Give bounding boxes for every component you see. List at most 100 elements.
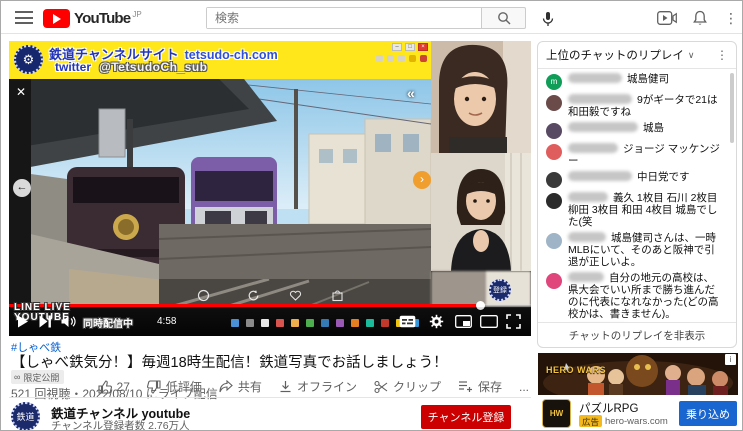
search-icon [497,11,511,25]
stream-maximize-icon: □ [405,43,415,51]
theater-mode-button[interactable] [480,315,498,328]
search-input[interactable] [207,8,481,28]
banner-twitter-label: twitter [55,60,91,74]
settings-button[interactable] [429,314,444,329]
chat-message-body: 城島健司さんは、一時MLBにいて、そのあと阪神で引退が正しいよ。 [568,232,720,268]
chat-message-text: 城島 [643,122,664,134]
save-button[interactable]: 保存 [458,378,502,395]
video-player[interactable]: ⚙ 鉄道チャンネルサイトtetsudo-ch.com twitter@Tetsu… [9,41,531,336]
fullscreen-button[interactable] [506,314,521,329]
kebab-menu-icon[interactable]: ⋮ [720,7,742,29]
search-button[interactable] [482,7,526,29]
chat-kebab-menu-icon[interactable]: ⋮ [716,48,728,62]
dislike-button[interactable]: 低評価 [147,378,202,395]
ad-badge: 広告 [579,415,602,427]
chat-avatar[interactable] [546,233,562,249]
youtube-play-icon [43,9,70,28]
stream-taskbar-app-icon [246,319,254,327]
youtube-logo[interactable]: YouTube JP [43,8,142,28]
clip-button[interactable]: クリップ [374,378,441,395]
chat-message-body: 自分の地元の高校は、県大会でいい所まで勝ち進んだのに代表になれなかった(どの高校… [568,272,720,320]
chat-message-body: 義久 1枚目 石川 2枚目 柳田 3枚目 和田 4枚目 城島でした(笑 [568,192,720,228]
dislike-label: 低評価 [166,378,202,395]
chat-author-blurred [568,171,632,181]
chat-message: ジョージ マッケンジー [538,141,736,169]
share-label: 共有 [238,378,262,395]
hamburger-menu-icon[interactable] [15,11,33,24]
slideshow-collapse-icon[interactable]: « [407,85,415,101]
chat-message: 城島 [538,120,736,141]
chat-avatar[interactable] [546,172,562,188]
chat-message-body: 城島 [568,122,664,139]
stream-taskbar-app-icon [366,319,374,327]
chat-message: 9がギータで21は和田毅ですね [538,92,736,120]
offline-button[interactable]: オフライン [279,378,357,395]
subscribe-button[interactable]: チャンネル登録 [421,405,511,429]
next-button[interactable] [39,315,52,328]
chat-message: 自分の地元の高校は、県大会でいい所まで勝ち進んだのに代表になれなかった(どの高校… [538,270,736,322]
player-control-bar: LINE LIVEYOUTUBE 同時配信中 4:58 [9,307,531,336]
stream-taskbar-app-icon [351,319,359,327]
play-button[interactable] [17,315,29,328]
ad-banner-image[interactable]: HERO WARS i [538,353,738,395]
chat-avatar[interactable]: m [546,74,562,90]
slideshow-prev-button[interactable]: ← [13,179,31,197]
channel-watermark[interactable]: 登録 [489,279,511,301]
ad-info-icon[interactable]: i [725,354,736,365]
ad-logo[interactable]: HW [542,399,571,428]
save-playlist-icon [458,380,473,393]
chat-message: 義久 1枚目 石川 2枚目 柳田 3枚目 和田 4枚目 城島でした(笑 [538,190,736,230]
create-video-button[interactable] [656,7,678,29]
chat-author-blurred [568,122,638,132]
chat-avatar[interactable] [546,273,562,289]
linelive-circle-icon [197,289,210,302]
stream-taskbar-app-icon [336,319,344,327]
slideshow-next-button[interactable]: › [413,171,431,189]
chat-scrollbar[interactable] [730,73,734,143]
video-title: 【しゃべ鉄気分！】毎週18時生配信！鉄道写真でお話しましょう！ [11,351,531,372]
chat-message-text: 城島健司 [627,73,669,85]
chevron-down-icon: ∨ [688,50,695,61]
webcam-bottom [431,153,531,271]
miniplayer-button[interactable] [455,315,472,328]
chat-author-blurred [568,94,632,104]
chat-message: 中日党です [538,169,736,190]
chat-avatar[interactable] [546,144,562,160]
subtitles-button[interactable] [399,315,416,328]
notifications-button[interactable] [689,7,711,29]
ad-title[interactable]: パズルRPG [579,400,638,416]
slideshow-close-icon[interactable]: ✕ [16,85,26,99]
volume-button[interactable] [61,315,77,328]
save-label: 保存 [478,378,502,395]
chat-message-body: 9がギータで21は和田毅ですね [568,94,720,118]
thumb-up-icon [98,380,112,394]
voice-search-button[interactable] [537,8,559,30]
chat-avatar[interactable] [546,95,562,111]
chat-avatar[interactable] [546,123,562,139]
like-count: 27 [117,380,130,394]
youtube-logo-country: JP [132,10,141,19]
like-button[interactable]: 27 [98,380,130,394]
stream-close-icon: × [418,43,428,51]
more-dots: ... [519,380,529,394]
share-button[interactable]: 共有 [219,378,262,395]
hide-chat-replay-button[interactable]: チャットのリプレイを非表示 [538,322,736,348]
chat-author-blurred [568,192,608,202]
clip-label: クリップ [393,378,441,395]
channel-subscriber-count: チャンネル登録者数 2.76万人 [51,418,190,431]
chat-avatar[interactable] [546,193,562,209]
stream-slideshow-area: ⚙ 鉄道チャンネルサイトtetsudo-ch.com twitter@Tetsu… [9,41,431,306]
webcam-bottom-picture [431,153,531,271]
chat-message-body: 城島健司 [568,73,669,90]
more-actions-button[interactable]: ... [519,380,529,394]
unlisted-badge: ∞限定公開 [11,370,64,384]
stream-taskbar-app-icon [261,319,269,327]
chat-header[interactable]: 上位のチャットのリプレイ ∨ ⋮ [538,42,736,69]
stream-taskbar-app-icon [231,319,239,327]
ad-cta-button[interactable]: 乗り込め [679,401,737,426]
thumb-down-icon [147,380,161,394]
channel-avatar[interactable]: 鉄道 [11,402,40,431]
chat-author-blurred [568,272,604,282]
linelive-heart-icon [289,289,302,302]
chat-message-list[interactable]: m 城島健司 9がギータで21は和田毅ですね城島ジョージ マッケンジー中日党です義久… [538,69,736,322]
